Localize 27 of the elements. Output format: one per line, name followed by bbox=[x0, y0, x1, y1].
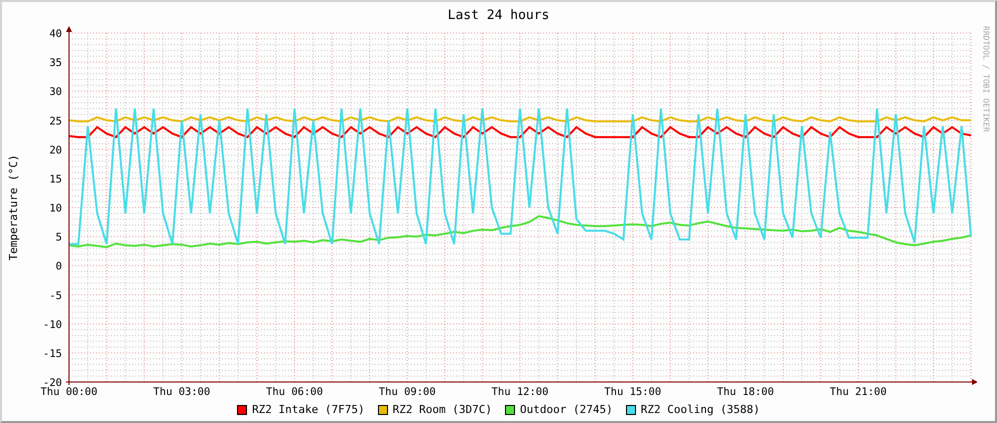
x-tick-label: Thu 12:00 bbox=[492, 386, 548, 398]
legend-label: RZ2 Room (3D7C) bbox=[392, 403, 492, 416]
y-tick-label: 30 bbox=[49, 86, 62, 98]
y-tick-label: 15 bbox=[49, 173, 62, 186]
y-tick-label: 25 bbox=[49, 115, 62, 128]
y-tick-label: 5 bbox=[56, 232, 62, 244]
x-tick-label: Thu 00:00 bbox=[40, 386, 98, 398]
y-tick-label: 20 bbox=[49, 144, 62, 156]
x-tick-label: Thu 06:00 bbox=[266, 386, 323, 398]
y-tick-label: 0 bbox=[56, 260, 62, 273]
legend-label: RZ2 Intake (7F75) bbox=[252, 403, 365, 416]
x-tick-label: Thu 03:00 bbox=[153, 386, 210, 398]
y-tick-label: -10 bbox=[43, 318, 62, 331]
x-tick-label: Thu 21:00 bbox=[830, 386, 887, 398]
legend-label: RZ2 Cooling (3588) bbox=[640, 403, 760, 416]
y-tick-label: 40 bbox=[49, 28, 62, 40]
y-tick-label: -5 bbox=[49, 290, 62, 302]
x-tick-label: Thu 18:00 bbox=[717, 386, 774, 398]
legend-label: Outdoor (2745) bbox=[520, 403, 613, 416]
y-tick-label: 35 bbox=[49, 57, 62, 70]
y-tick-label: -15 bbox=[43, 348, 62, 360]
chart-title: Last 24 hours bbox=[448, 8, 550, 24]
y-tick-label: 10 bbox=[49, 202, 62, 214]
credit-text: RRDTOOL / TOBI OETIKER bbox=[982, 26, 990, 132]
y-axis-label: Temperature (°C) bbox=[7, 154, 20, 260]
x-tick-label: Thu 15:00 bbox=[604, 386, 662, 398]
x-tick-label: Thu 09:00 bbox=[378, 386, 436, 398]
